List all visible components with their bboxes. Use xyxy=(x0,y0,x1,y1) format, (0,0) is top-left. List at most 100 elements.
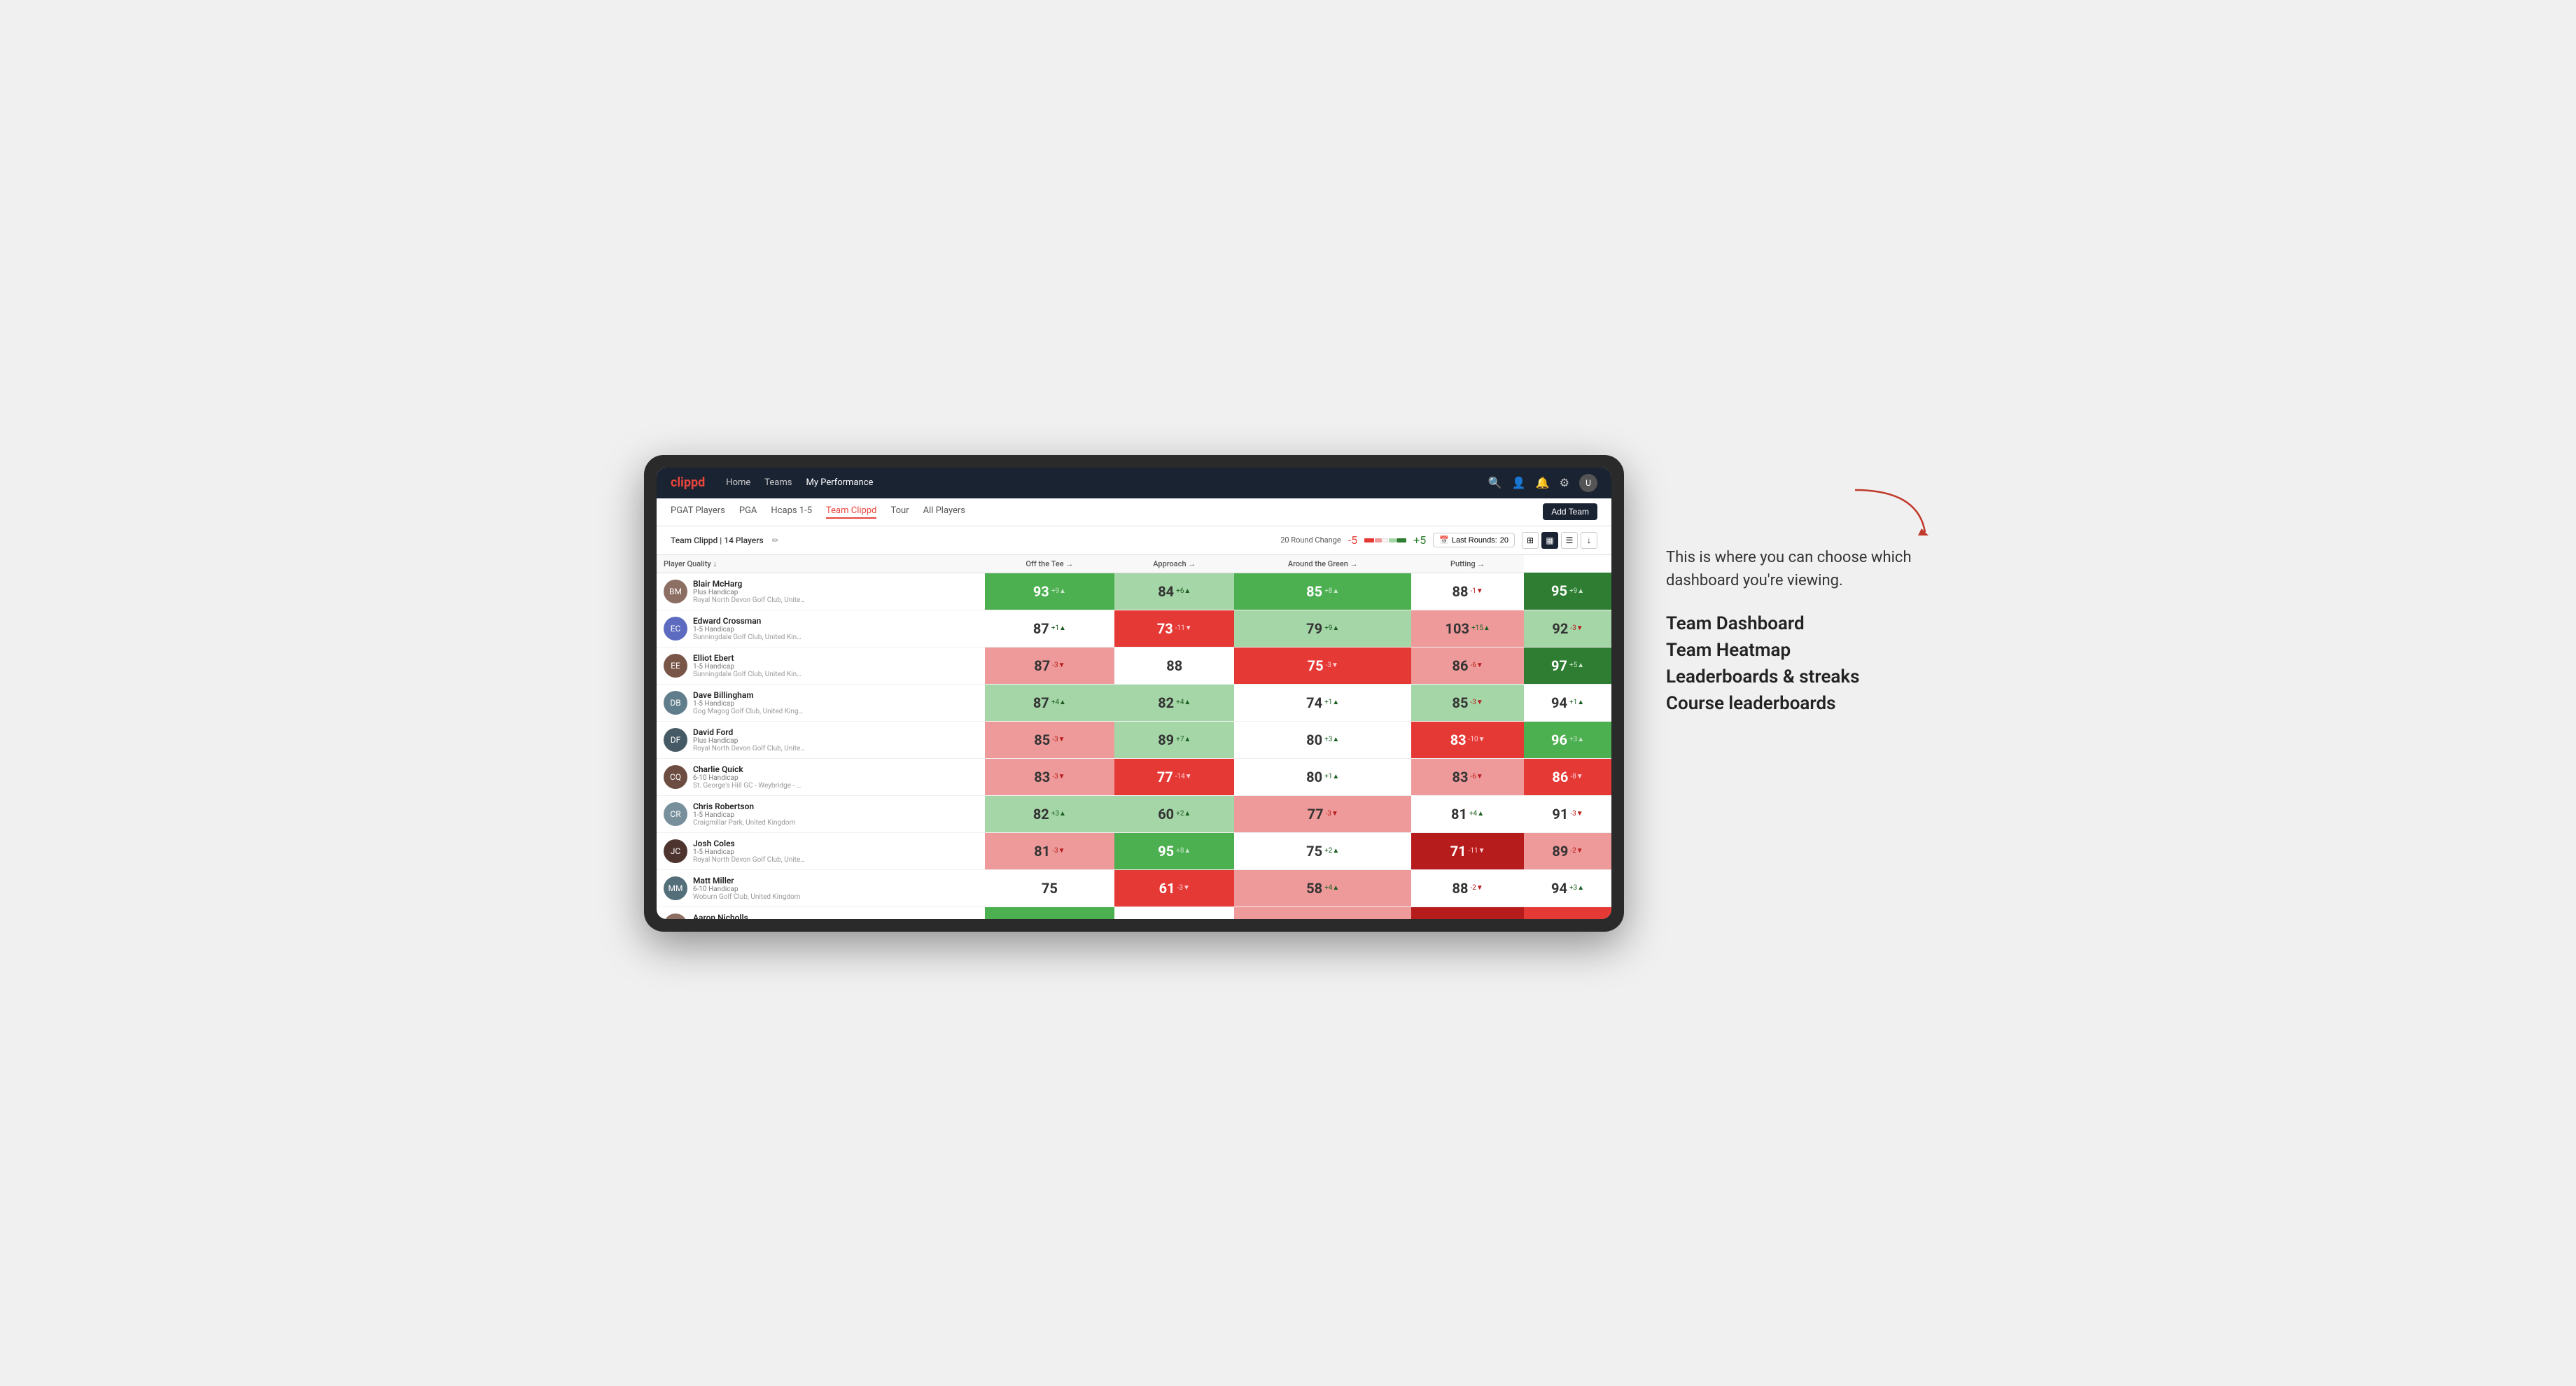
player-name: Dave Billingham xyxy=(693,690,805,700)
metric-change: +9▲ xyxy=(1324,624,1339,632)
player-avatar: CQ xyxy=(664,765,687,789)
player-name: Aaron Nicholls xyxy=(693,913,790,919)
metric-cell-around: 71 -11▼ xyxy=(1411,832,1524,869)
avatar[interactable]: U xyxy=(1579,474,1597,492)
player-cell[interactable]: EE Elliot Ebert 1-5 Handicap Sunningdale… xyxy=(657,647,985,684)
player-cell[interactable]: EC Edward Crossman 1-5 Handicap Sunningd… xyxy=(657,610,985,647)
last-rounds-button[interactable]: 📅 Last Rounds: 20 xyxy=(1433,533,1515,547)
metric-cell-approach: 77 -3▼ xyxy=(1234,795,1411,832)
metric-value: 85 xyxy=(1034,732,1050,748)
settings-icon[interactable]: ⚙ xyxy=(1560,476,1569,489)
annotation-items: Team Dashboard Team Heatmap Leaderboards… xyxy=(1666,613,1932,714)
metric-change: -3▼ xyxy=(1326,810,1338,818)
col-tee[interactable]: Off the Tee → xyxy=(985,555,1115,573)
bell-icon[interactable]: 🔔 xyxy=(1536,476,1550,489)
annotation-item-course: Course leaderboards xyxy=(1666,693,1932,714)
metric-cell-around: 88 -2▼ xyxy=(1411,869,1524,906)
metric-cell-approach: 58 +4▲ xyxy=(1234,869,1411,906)
metric-change: -6▼ xyxy=(1470,773,1483,780)
metric-cell-tee: 73 -11▼ xyxy=(1114,610,1234,647)
edit-icon[interactable]: ✏ xyxy=(772,536,779,545)
table-row[interactable]: CQ Charlie Quick 6-10 Handicap St. Georg… xyxy=(657,758,1611,795)
nav-logo: clippd xyxy=(671,475,705,490)
subnav-hcaps[interactable]: Hcaps 1-5 xyxy=(771,505,812,519)
table-row[interactable]: DB Dave Billingham 1-5 Handicap Gog Mago… xyxy=(657,684,1611,721)
player-cell[interactable]: CR Chris Robertson 1-5 Handicap Craigmil… xyxy=(657,795,985,832)
player-handicap: 1-5 Handicap xyxy=(693,663,805,671)
annotation-arrow xyxy=(1666,483,1932,539)
player-name: Blair McHarg xyxy=(693,579,805,589)
metric-change: +9▲ xyxy=(1051,587,1066,595)
view-export-icon[interactable]: ↓ xyxy=(1581,532,1597,549)
table-row[interactable]: JC Josh Coles 1-5 Handicap Royal North D… xyxy=(657,832,1611,869)
metric-cell-around: 88 -1▼ xyxy=(1411,573,1524,610)
metric-cell-approach: 80 +3▲ xyxy=(1234,721,1411,758)
metric-value: 87 xyxy=(1033,620,1049,637)
color-bar xyxy=(1364,538,1406,542)
metric-value: 93 xyxy=(1033,583,1049,600)
annotation-item-leaderboards: Leaderboards & streaks xyxy=(1666,666,1932,687)
player-cell[interactable]: MM Matt Miller 6-10 Handicap Woburn Golf… xyxy=(657,869,985,906)
metric-value: 60 xyxy=(1159,917,1175,919)
table-row[interactable]: DF David Ford Plus Handicap Royal North … xyxy=(657,721,1611,758)
table-row[interactable]: EE Elliot Ebert 1-5 Handicap Sunningdale… xyxy=(657,647,1611,684)
player-avatar: BM xyxy=(664,580,687,603)
user-icon[interactable]: 👤 xyxy=(1512,476,1526,489)
nav-link-home[interactable]: Home xyxy=(726,477,750,488)
metric-cell-tee: 84 +6▲ xyxy=(1114,573,1234,610)
add-team-button[interactable]: Add Team xyxy=(1543,503,1597,520)
player-cell[interactable]: AN Aaron Nicholls 11-15 Handicap Drift G… xyxy=(657,906,985,919)
metric-cell-putting: 92 -3▼ xyxy=(1524,610,1611,647)
metric-cell-quality: 83 -3▼ xyxy=(985,758,1115,795)
table-row[interactable]: EC Edward Crossman 1-5 Handicap Sunningd… xyxy=(657,610,1611,647)
subnav-pga[interactable]: PGA xyxy=(739,505,757,519)
player-avatar: AN xyxy=(664,913,687,919)
metric-change: +3▲ xyxy=(1569,884,1584,892)
player-club: Craigmillar Park, United Kingdom xyxy=(693,819,795,827)
col-putting[interactable]: Putting → xyxy=(1411,555,1524,573)
metric-value: 81 xyxy=(1034,843,1050,860)
view-grid-icon[interactable]: ⊞ xyxy=(1522,532,1539,549)
metric-value: 96 xyxy=(1551,732,1567,748)
view-heatmap-icon[interactable]: ▦ xyxy=(1541,532,1558,549)
metric-value: 86 xyxy=(1552,769,1568,785)
col-player[interactable]: Player Quality ↓ xyxy=(657,555,985,573)
subnav-teamclippd[interactable]: Team Clippd xyxy=(826,505,876,519)
view-list-icon[interactable]: ☰ xyxy=(1561,532,1578,549)
subnav-tour[interactable]: Tour xyxy=(890,505,909,519)
metric-value: 88 xyxy=(1452,880,1469,897)
table-row[interactable]: BM Blair McHarg Plus Handicap Royal Nort… xyxy=(657,573,1611,610)
col-approach[interactable]: Approach → xyxy=(1114,555,1234,573)
subnav-pgat[interactable]: PGAT Players xyxy=(671,505,725,519)
metric-cell-tee: 77 -14▼ xyxy=(1114,758,1234,795)
metric-value: 94 xyxy=(1551,880,1567,897)
metric-value: 71 xyxy=(1450,843,1466,860)
player-cell[interactable]: CQ Charlie Quick 6-10 Handicap St. Georg… xyxy=(657,758,985,795)
metric-change: +1▲ xyxy=(1051,624,1066,632)
metric-change: +4▲ xyxy=(1176,699,1191,706)
metric-value: 85 xyxy=(1552,917,1568,919)
nav-icons: 🔍 👤 🔔 ⚙ U xyxy=(1488,474,1597,492)
search-icon[interactable]: 🔍 xyxy=(1488,476,1502,489)
nav-link-teams[interactable]: Teams xyxy=(764,477,792,488)
metric-value: 58 xyxy=(1306,880,1322,897)
table-row[interactable]: MM Matt Miller 6-10 Handicap Woburn Golf… xyxy=(657,869,1611,906)
metric-value: 89 xyxy=(1158,732,1174,748)
table-row[interactable]: CR Chris Robertson 1-5 Handicap Craigmil… xyxy=(657,795,1611,832)
nav-link-performance[interactable]: My Performance xyxy=(806,477,873,488)
player-cell[interactable]: JC Josh Coles 1-5 Handicap Royal North D… xyxy=(657,832,985,869)
player-avatar: CR xyxy=(664,802,687,826)
player-handicap: Plus Handicap xyxy=(693,737,805,745)
metric-cell-putting: 95 +9▲ xyxy=(1524,573,1611,610)
player-name: Chris Robertson xyxy=(693,802,795,811)
table-row[interactable]: AN Aaron Nicholls 11-15 Handicap Drift G… xyxy=(657,906,1611,919)
metric-change: -8▼ xyxy=(1570,773,1583,780)
round-change-pos: +5 xyxy=(1413,533,1426,547)
player-cell[interactable]: BM Blair McHarg Plus Handicap Royal Nort… xyxy=(657,573,985,610)
col-around[interactable]: Around the Green → xyxy=(1234,555,1411,573)
metric-change: -3▼ xyxy=(1052,736,1065,743)
subnav-allplayers[interactable]: All Players xyxy=(923,505,965,519)
player-handicap: 6-10 Handicap xyxy=(693,886,800,893)
player-cell[interactable]: DB Dave Billingham 1-5 Handicap Gog Mago… xyxy=(657,684,985,721)
player-cell[interactable]: DF David Ford Plus Handicap Royal North … xyxy=(657,721,985,758)
